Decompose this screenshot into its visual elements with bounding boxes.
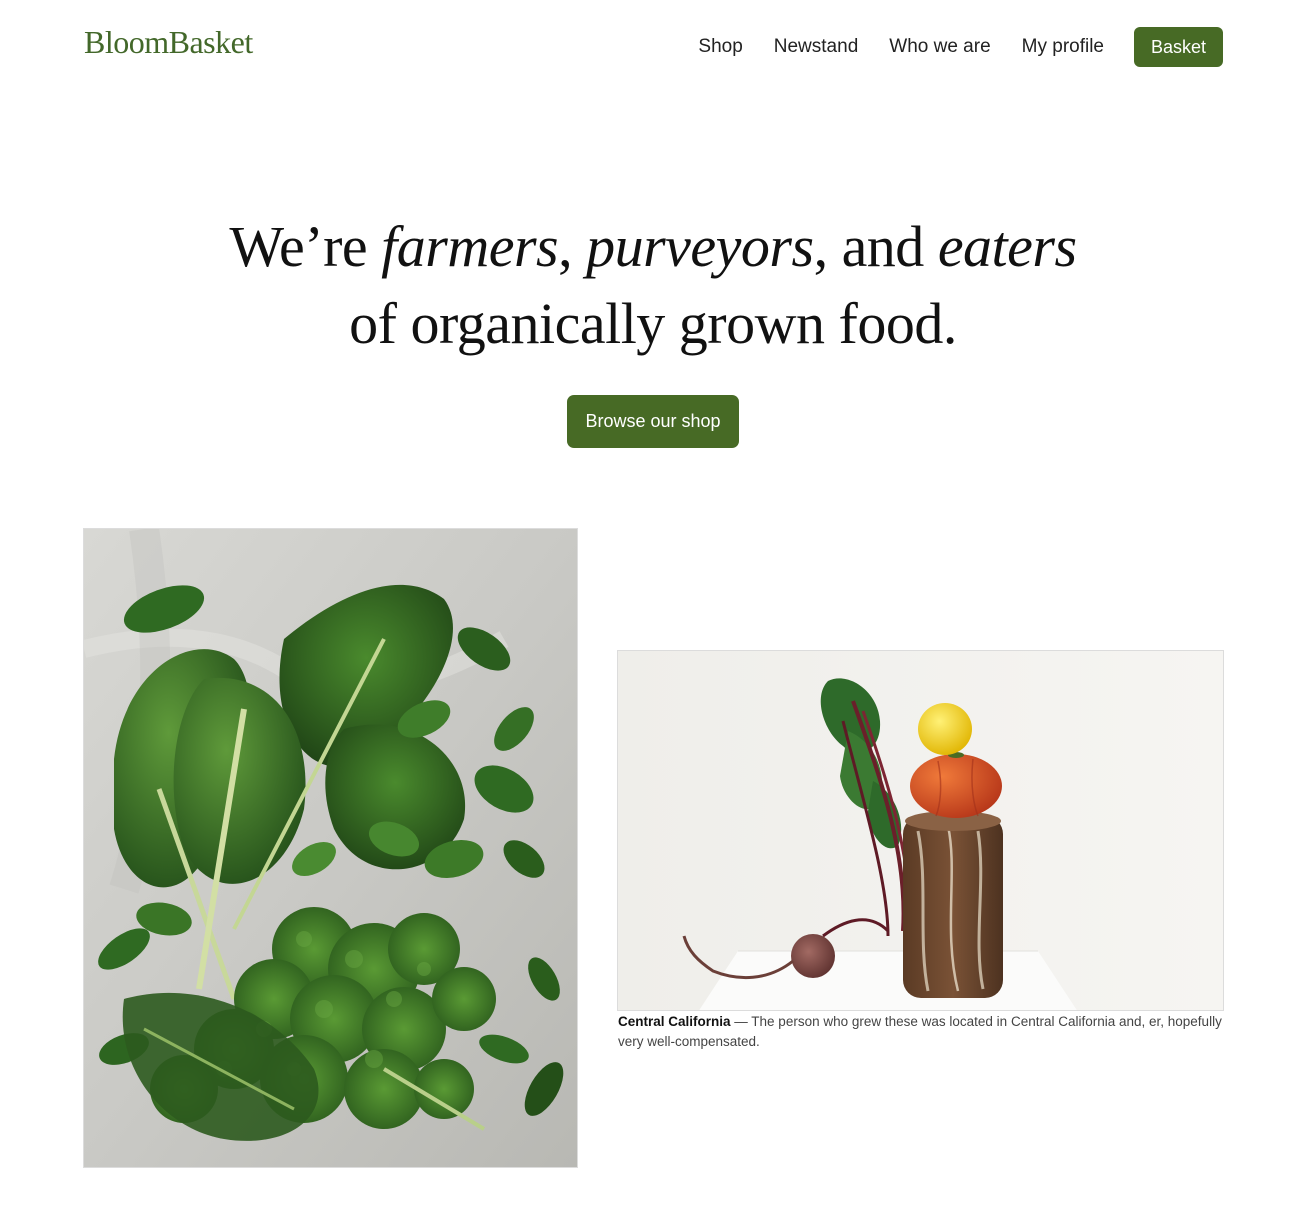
hero-word-eaters: eaters	[937, 214, 1077, 279]
nav-item-my-profile[interactable]: My profile	[1022, 36, 1104, 58]
hero-line-2: of organically grown food.	[349, 291, 957, 356]
produce-stack-photo	[617, 650, 1224, 1011]
greens-photo	[83, 528, 578, 1168]
browse-shop-button[interactable]: Browse our shop	[567, 395, 739, 448]
main-nav: Shop Newstand Who we are My profile Bask…	[698, 27, 1223, 67]
site-logo[interactable]: BloomBasket	[84, 24, 253, 61]
caption-title: Central California	[618, 1014, 731, 1029]
caption-dash: —	[730, 1014, 752, 1029]
basket-button[interactable]: Basket	[1134, 27, 1223, 67]
nav-item-newstand[interactable]: Newstand	[774, 36, 859, 58]
photo-caption: Central California — The person who grew…	[618, 1012, 1224, 1052]
produce-illustration	[618, 651, 1223, 1010]
hero-word-purveyors: purveyors	[586, 214, 814, 279]
hero-line-1: We’re farmers, purveyors, and eaters	[229, 214, 1077, 279]
hero-word-farmers: farmers	[381, 214, 559, 279]
hero-headline: We’re farmers, purveyors, and eaters of …	[0, 208, 1306, 362]
greens-illustration	[84, 529, 577, 1167]
nav-item-shop[interactable]: Shop	[698, 36, 742, 58]
nav-item-who-we-are[interactable]: Who we are	[889, 36, 990, 58]
